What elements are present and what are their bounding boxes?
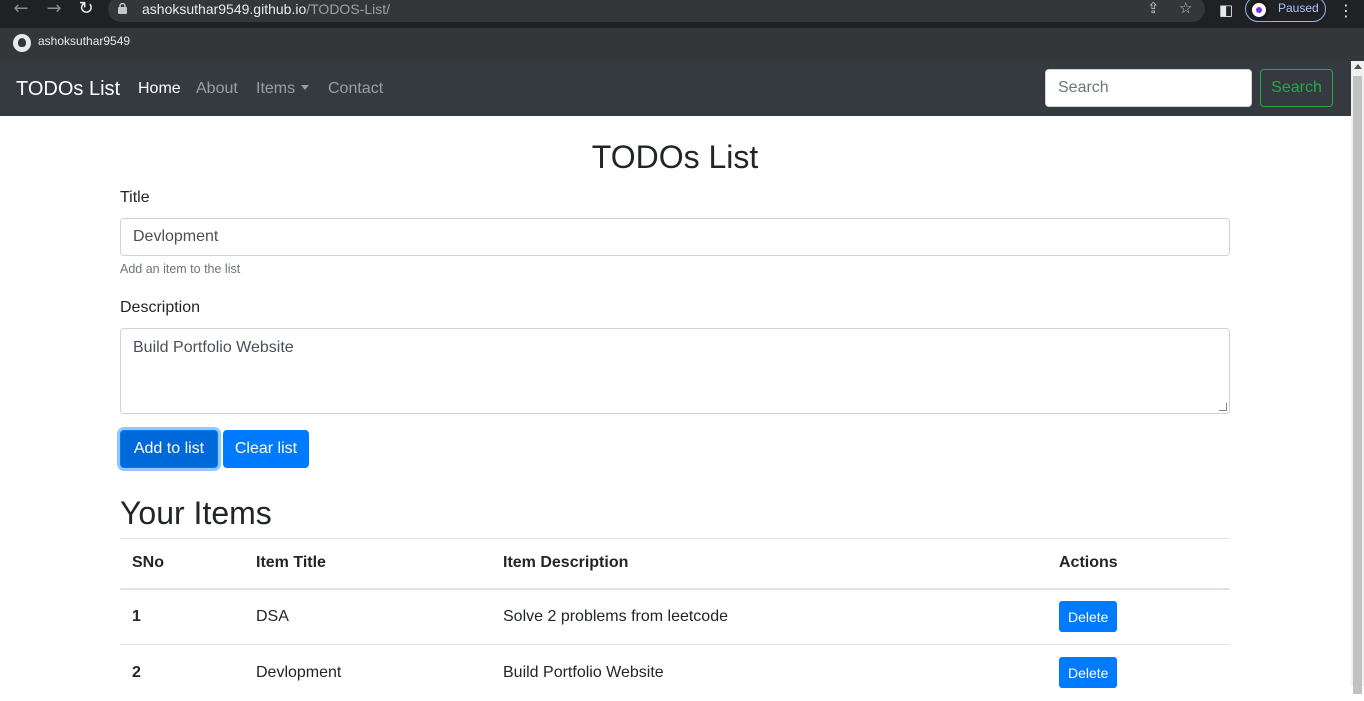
description-label: Description bbox=[120, 299, 201, 316]
bookmark-item[interactable]: ashoksuthar9549 bbox=[38, 34, 130, 48]
description-textarea[interactable]: Build Portfolio Website bbox=[120, 328, 1230, 414]
table-row: 2 Devlopment Build Portfolio Website Del… bbox=[120, 644, 1230, 701]
clear-list-button[interactable]: Clear list bbox=[223, 430, 309, 468]
column-header: Actions bbox=[1047, 538, 1230, 590]
cell-actions: Delete bbox=[1047, 644, 1230, 701]
column-header: Item Title bbox=[244, 538, 491, 590]
search-button[interactable]: Search bbox=[1260, 69, 1333, 107]
nav-home[interactable]: Home bbox=[138, 80, 181, 98]
description-value: Build Portfolio Website bbox=[133, 339, 294, 356]
add-to-list-button[interactable]: Add to list bbox=[120, 430, 218, 468]
title-label: Title bbox=[120, 189, 150, 206]
profile-button[interactable]: Paused bbox=[1245, 0, 1326, 22]
table-row: 1 DSA Solve 2 problems from leetcode Del… bbox=[120, 588, 1230, 645]
side-panel-icon[interactable]: ◧ bbox=[1219, 1, 1233, 19]
browser-toolbar: ← → ↻ ashoksuthar9549.github.io/TODOS-Li… bbox=[0, 0, 1364, 28]
nav-items-label: Items bbox=[256, 80, 296, 97]
cell-description: Build Portfolio Website bbox=[491, 644, 1047, 701]
lock-icon bbox=[118, 3, 127, 14]
scrollbar-thumb[interactable] bbox=[1353, 76, 1362, 694]
site-navbar: TODOs List Home About Items Contact Sear… bbox=[0, 61, 1351, 116]
cell-description: Solve 2 problems from leetcode bbox=[491, 588, 1047, 645]
cell-sno: 1 bbox=[120, 588, 244, 645]
column-header: Item Description bbox=[491, 538, 1047, 590]
share-icon[interactable]: ⇪ bbox=[1147, 0, 1160, 17]
navbar-brand[interactable]: TODOs List bbox=[16, 78, 120, 101]
forward-icon[interactable]: → bbox=[42, 0, 66, 20]
cell-title: DSA bbox=[244, 588, 491, 645]
cell-actions: Delete bbox=[1047, 588, 1230, 645]
cell-sno: 2 bbox=[120, 644, 244, 701]
star-icon[interactable]: ☆ bbox=[1179, 0, 1192, 17]
chevron-down-icon bbox=[301, 85, 310, 90]
nav-about[interactable]: About bbox=[196, 80, 238, 98]
back-icon[interactable]: ← bbox=[9, 0, 33, 20]
search-input[interactable] bbox=[1045, 69, 1252, 107]
resize-handle[interactable] bbox=[1219, 403, 1227, 411]
scrollbar[interactable] bbox=[1351, 61, 1364, 694]
title-input[interactable]: Devlopment bbox=[120, 218, 1230, 256]
url-text: ashoksuthar9549.github.io/TODOS-List/ bbox=[142, 1, 390, 17]
title-help-text: Add an item to the list bbox=[120, 262, 241, 276]
items-heading: Your Items bbox=[120, 495, 272, 531]
table-header-row: SNo Item Title Item Description Actions bbox=[120, 538, 1230, 590]
delete-button[interactable]: Delete bbox=[1059, 657, 1118, 689]
bookmarks-bar: ashoksuthar9549 bbox=[0, 28, 1364, 61]
delete-button[interactable]: Delete bbox=[1059, 601, 1118, 633]
address-bar[interactable]: ashoksuthar9549.github.io/TODOS-List/ ⇪ … bbox=[108, 0, 1205, 22]
github-icon bbox=[13, 34, 31, 52]
nav-items-dropdown[interactable]: Items bbox=[256, 80, 310, 98]
avatar bbox=[1249, 0, 1269, 20]
cell-title: Devlopment bbox=[244, 644, 491, 701]
reload-icon[interactable]: ↻ bbox=[74, 0, 98, 20]
scroll-up-icon[interactable] bbox=[1354, 64, 1362, 69]
profile-status: Paused bbox=[1278, 1, 1319, 15]
page-title: TODOs List bbox=[591, 139, 759, 175]
items-table: SNo Item Title Item Description Actions … bbox=[120, 538, 1230, 701]
column-header: SNo bbox=[120, 538, 244, 590]
menu-icon[interactable]: ⋮ bbox=[1338, 1, 1354, 20]
nav-contact[interactable]: Contact bbox=[328, 80, 383, 98]
